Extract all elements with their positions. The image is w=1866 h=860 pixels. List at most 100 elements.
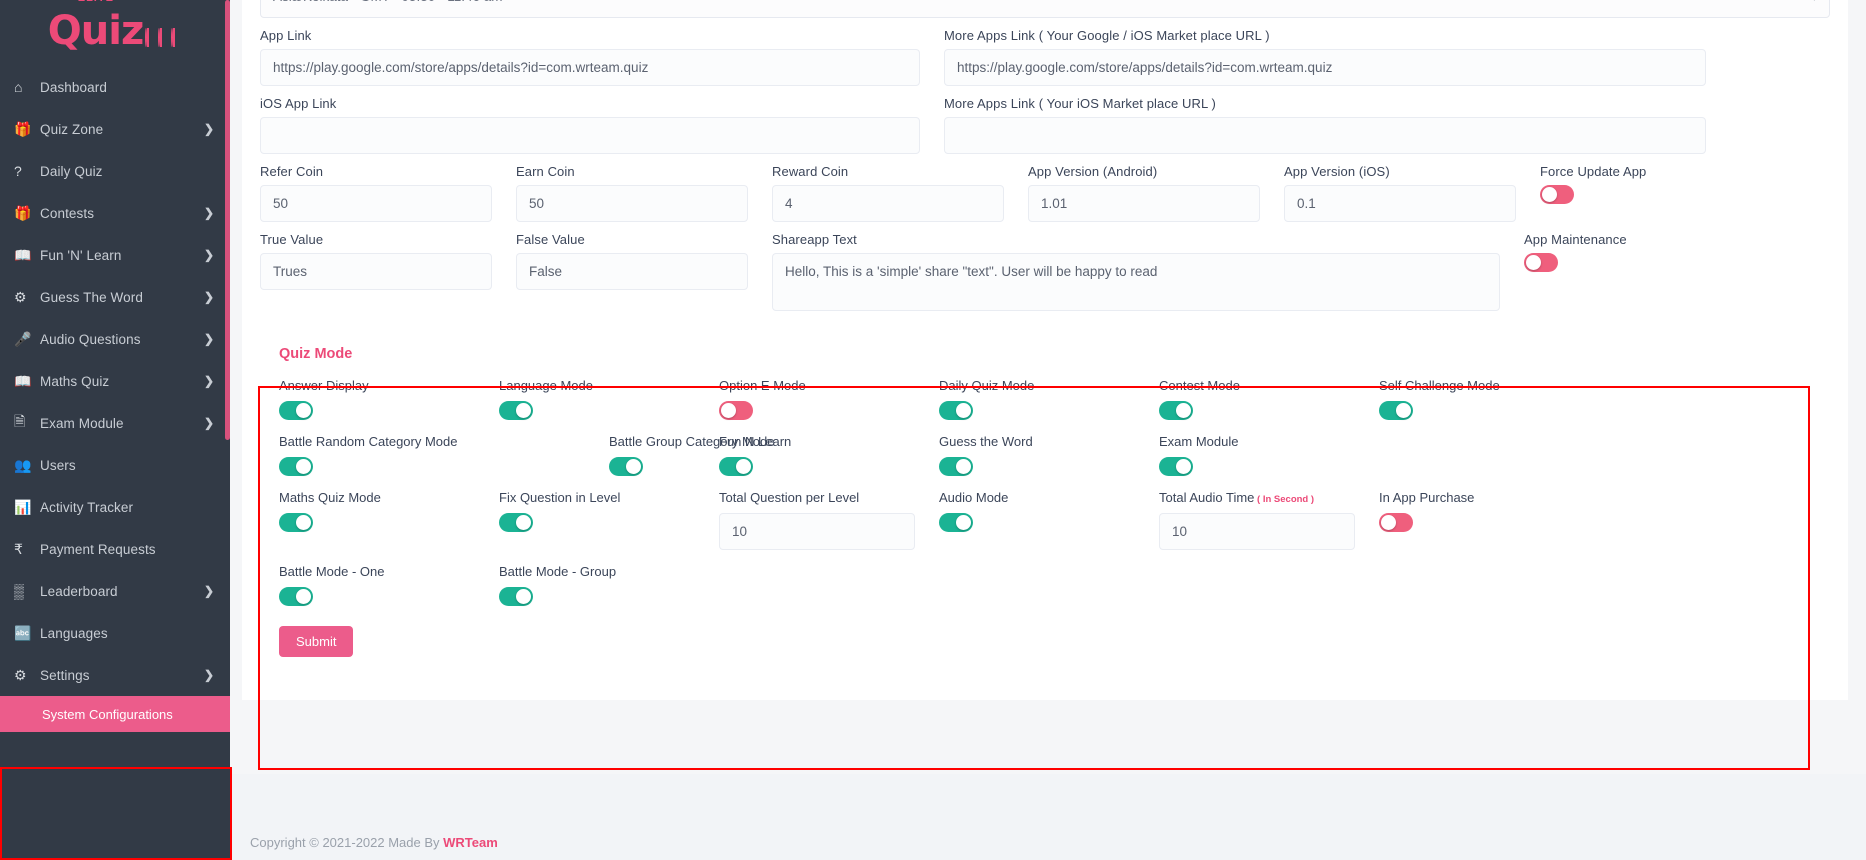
total-audio-time-input[interactable] bbox=[1159, 513, 1355, 550]
quiz-mode-field-exam-module: Exam Module bbox=[1159, 434, 1379, 476]
quiz-mode-field-total-question-per-level: Total Question per Level bbox=[719, 490, 939, 550]
sidebar-item-audio-questions[interactable]: 🎤 Audio Questions ❯ bbox=[0, 318, 230, 360]
refer-coin-input[interactable] bbox=[260, 185, 492, 222]
battle-mode-group-toggle[interactable] bbox=[499, 587, 533, 606]
language-mode-label: Language Mode bbox=[499, 378, 593, 393]
timezone-select[interactable]: Asia/Kolkata - GMT +05:30 - 11:46 am ▾ bbox=[260, 0, 1830, 18]
sidebar-item-fun-n-learn[interactable]: 📖 Fun 'N' Learn ❯ bbox=[0, 234, 230, 276]
sidebar-item-settings[interactable]: ⚙ Settings ❯ bbox=[0, 654, 230, 696]
app-link-input[interactable] bbox=[260, 49, 920, 86]
app-version-android-label: App Version (Android) bbox=[1028, 164, 1158, 179]
battle-random-category-mode-toggle[interactable] bbox=[279, 457, 313, 476]
sidebar-item-exam-module[interactable]: 🗎 Exam Module ❯ bbox=[0, 402, 230, 444]
sidebar-item-daily-quiz[interactable]: ? Daily Quiz bbox=[0, 150, 230, 192]
total-question-per-level-input[interactable] bbox=[719, 513, 915, 550]
in-app-purchase-toggle[interactable] bbox=[1379, 513, 1413, 532]
sidebar-item-label: Audio Questions bbox=[40, 331, 141, 347]
total-audio-time-sublabel: ( In Second ) bbox=[1254, 494, 1315, 505]
exam-module-toggle[interactable] bbox=[1159, 457, 1193, 476]
chevron-right-icon: ❯ bbox=[203, 206, 214, 220]
app-version-ios-label: App Version (iOS) bbox=[1284, 164, 1390, 179]
language-mode-toggle[interactable] bbox=[499, 401, 533, 420]
quiz-mode-field-fun-n-learn: Fun N Learn bbox=[719, 434, 939, 476]
quiz-mode-field-contest-mode: Contest Mode bbox=[1159, 378, 1379, 420]
battle-random-category-mode-label: Battle Random Category Mode bbox=[279, 434, 458, 449]
sidebar-item-label: Leaderboard bbox=[40, 583, 118, 599]
chevron-down-icon: ▾ bbox=[1811, 0, 1817, 4]
sidebar-item-label: Payment Requests bbox=[40, 541, 156, 557]
force-update-app-toggle[interactable] bbox=[1540, 185, 1574, 204]
sidebar-item-contests[interactable]: 🎁 Contests ❯ bbox=[0, 192, 230, 234]
daily-quiz-mode-toggle[interactable] bbox=[939, 401, 973, 420]
brand-logo[interactable]: ELITE Quiz bbox=[0, 0, 230, 62]
gear-icon: ⚙ bbox=[14, 288, 27, 305]
footer-copyright: Copyright © 2021-2022 Made By WRTeam bbox=[230, 835, 498, 860]
more-apps-ios-input[interactable] bbox=[944, 117, 1706, 154]
reward-coin-input[interactable] bbox=[772, 185, 1004, 222]
sidebar-item-activity-tracker[interactable]: 📊 Activity Tracker bbox=[0, 486, 230, 528]
app-maintenance-toggle[interactable] bbox=[1524, 253, 1558, 272]
self-challenge-mode-toggle[interactable] bbox=[1379, 401, 1413, 420]
main-content: Asia/Kolkata - GMT +05:30 - 11:46 am ▾ A… bbox=[230, 0, 1866, 860]
sidebar-item-leaderboard[interactable]: ▒ Leaderboard ❯ bbox=[0, 570, 230, 612]
footer: Copyright © 2021-2022 Made By WRTeam bbox=[230, 774, 1866, 860]
true-value-input[interactable] bbox=[260, 253, 492, 290]
sidebar: ELITE Quiz ⌂ Dashboard 🎁 Quiz Zone ❯? Daily Q… bbox=[0, 0, 230, 860]
footer-copyright-text: Copyright © 2021-2022 Made By bbox=[250, 835, 444, 850]
quiz-mode-field-maths-quiz-mode: Maths Quiz Mode bbox=[279, 490, 499, 550]
more-apps-google-input[interactable] bbox=[944, 49, 1706, 86]
total-audio-time-label: Total Audio Time ( In Second ) bbox=[1159, 490, 1315, 505]
guess-the-word-toggle[interactable] bbox=[939, 457, 973, 476]
users-icon: 👥 bbox=[14, 456, 32, 473]
battle-mode-one-label: Battle Mode - One bbox=[279, 564, 385, 579]
battle-mode-one-toggle[interactable] bbox=[279, 587, 313, 606]
audio-mode-toggle[interactable] bbox=[939, 513, 973, 532]
sidebar-item-guess-the-word[interactable]: ⚙ Guess The Word ❯ bbox=[0, 276, 230, 318]
fix-question-in-level-toggle[interactable] bbox=[499, 513, 533, 532]
contest-mode-toggle[interactable] bbox=[1159, 401, 1193, 420]
quiz-mode-row: Answer Display Language Mode Option E Mode… bbox=[279, 378, 1811, 420]
quiz-mode-field-battle-mode-group: Battle Mode - Group bbox=[499, 564, 719, 606]
audio-mode-label: Audio Mode bbox=[939, 490, 1009, 505]
daily-quiz-mode-label: Daily Quiz Mode bbox=[939, 378, 1035, 393]
fun-n-learn-toggle[interactable] bbox=[719, 457, 753, 476]
earn-coin-input[interactable] bbox=[516, 185, 748, 222]
app-version-android-input[interactable] bbox=[1028, 185, 1260, 222]
sidebar-item-users[interactable]: 👥 Users bbox=[0, 444, 230, 486]
sidebar-item-label: Maths Quiz bbox=[40, 373, 110, 389]
quiz-mode-field-battle-mode-one: Battle Mode - One bbox=[279, 564, 499, 606]
battle-group-category-mode-toggle[interactable] bbox=[609, 457, 643, 476]
quiz-mode-field-fix-question-in-level: Fix Question in Level bbox=[499, 490, 719, 550]
app-version-ios-input[interactable] bbox=[1284, 185, 1516, 222]
earn-coin-label: Earn Coin bbox=[516, 164, 575, 179]
sidebar-item-languages[interactable]: 🔤 Languages bbox=[0, 612, 230, 654]
document-icon: 🗎 bbox=[14, 413, 26, 429]
false-value-input[interactable] bbox=[516, 253, 748, 290]
ios-app-link-input[interactable] bbox=[260, 117, 920, 154]
sidebar-item-dashboard[interactable]: ⌂ Dashboard bbox=[0, 66, 230, 108]
submit-button[interactable]: Submit bbox=[279, 626, 354, 657]
sidebar-nav: ⌂ Dashboard 🎁 Quiz Zone ❯? Daily Quiz 🎁 Contest… bbox=[0, 62, 230, 732]
chevron-right-icon: ❯ bbox=[203, 248, 214, 262]
chevron-right-icon: ❯ bbox=[203, 290, 214, 304]
sidebar-item-payment-requests[interactable]: ₹ Payment Requests bbox=[0, 528, 230, 570]
maths-quiz-mode-label: Maths Quiz Mode bbox=[279, 490, 381, 505]
chevron-right-icon: ❯ bbox=[203, 332, 214, 346]
sidebar-subitem-system-configurations[interactable]: System Configurations bbox=[0, 696, 230, 732]
guess-the-word-label: Guess the Word bbox=[939, 434, 1033, 449]
app-link-label: App Link bbox=[260, 28, 312, 43]
book-icon: 📖 bbox=[14, 372, 32, 389]
maths-quiz-mode-toggle[interactable] bbox=[279, 513, 313, 532]
rupee-icon: ₹ bbox=[14, 540, 23, 557]
shareapp-text-input[interactable] bbox=[772, 253, 1500, 311]
question-icon: ? bbox=[14, 163, 22, 179]
fun-n-learn-label: Fun N Learn bbox=[719, 434, 792, 449]
sidebar-item-maths-quiz[interactable]: 📖 Maths Quiz ❯ bbox=[0, 360, 230, 402]
quiz-mode-field-in-app-purchase: In App Purchase bbox=[1379, 490, 1599, 550]
option-e-mode-toggle[interactable] bbox=[719, 401, 753, 420]
shareapp-text-label: Shareapp Text bbox=[772, 232, 857, 247]
sidebar-item-quiz-zone[interactable]: 🎁 Quiz Zone ❯ bbox=[0, 108, 230, 150]
timezone-row: Asia/Kolkata - GMT +05:30 - 11:46 am ▾ bbox=[260, 0, 1830, 18]
answer-display-toggle[interactable] bbox=[279, 401, 313, 420]
app-maintenance-label: App Maintenance bbox=[1524, 232, 1627, 247]
